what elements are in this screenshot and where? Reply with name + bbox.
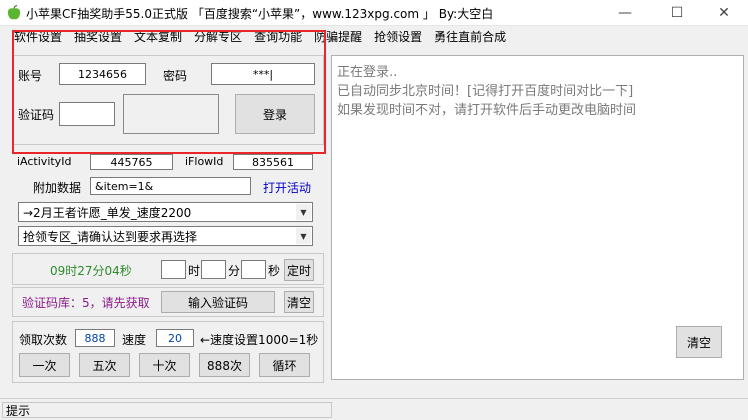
hour-label: 时 bbox=[188, 264, 201, 278]
status-text: 提示 bbox=[2, 402, 332, 418]
maximize-button[interactable]: ☐ bbox=[654, 0, 700, 26]
title-bar: 小苹果CF抽奖助手55.0正式版 「百度搜索“小苹果”，www.123xpg.c… bbox=[0, 0, 748, 26]
set-timer-button[interactable]: 定时 bbox=[284, 259, 314, 281]
log-line: 如果发现时间不对，请打开软件后手动更改电脑时间 bbox=[337, 103, 637, 118]
minimize-button[interactable]: — bbox=[602, 0, 648, 26]
log-line: 正在登录.. bbox=[337, 65, 398, 80]
claim-select[interactable]: 抢领专区_请确认达到要求再选择 ▼ bbox=[18, 226, 313, 246]
second-label: 秒 bbox=[268, 264, 281, 278]
close-button[interactable]: ✕ bbox=[701, 0, 747, 26]
draw-five-button[interactable]: 五次 bbox=[79, 353, 130, 377]
status-bar: 提示 bbox=[0, 398, 748, 420]
draw-count-label: 领取次数 bbox=[19, 333, 68, 347]
activity-select-value: →2月王者许愿_单发_速度2200 bbox=[23, 205, 192, 220]
window-title: 小苹果CF抽奖助手55.0正式版 「百度搜索“小苹果”，www.123xpg.c… bbox=[26, 7, 494, 21]
apple-icon bbox=[7, 5, 21, 20]
extra-data-label: 附加数据 bbox=[33, 181, 82, 195]
countdown-text: 09时27分04秒 bbox=[50, 264, 132, 278]
draw-count-input[interactable]: 888 bbox=[75, 329, 115, 347]
clear-log-button[interactable]: 清空 bbox=[676, 326, 722, 358]
activity-id-label: iActivityId bbox=[17, 155, 72, 168]
draw-loop-button[interactable]: 循环 bbox=[259, 353, 310, 377]
activity-id-input[interactable]: 445765 bbox=[90, 154, 173, 170]
flow-id-label: iFlowId bbox=[185, 155, 224, 168]
input-captcha-button[interactable]: 输入验证码 bbox=[161, 291, 275, 313]
menu-brave-synthesis[interactable]: 勇往直前合成 bbox=[428, 28, 512, 45]
draw-ten-button[interactable]: 十次 bbox=[139, 353, 190, 377]
speed-label: 速度 bbox=[122, 333, 147, 347]
chevron-down-icon[interactable]: ▼ bbox=[296, 204, 311, 220]
draw-once-button[interactable]: 一次 bbox=[19, 353, 70, 377]
highlight-box bbox=[12, 30, 326, 154]
speed-hint: ←速度设置1000=1秒 bbox=[200, 333, 319, 347]
activity-select[interactable]: →2月王者许愿_单发_速度2200 ▼ bbox=[18, 202, 313, 222]
minute-label: 分 bbox=[228, 264, 241, 278]
log-line: 已自动同步北京时间！[记得打开百度时间对比一下] bbox=[337, 84, 634, 99]
clear-captcha-button[interactable]: 清空 bbox=[284, 291, 314, 313]
open-activity-link[interactable]: 打开活动 bbox=[263, 179, 311, 196]
flow-id-input[interactable]: 835561 bbox=[233, 154, 313, 170]
claim-select-value: 抢领专区_请确认达到要求再选择 bbox=[23, 229, 198, 244]
extra-data-input[interactable]: &item=1& bbox=[90, 177, 251, 195]
draw-888-button[interactable]: 888次 bbox=[199, 353, 250, 377]
menu-claim-settings[interactable]: 抢领设置 bbox=[368, 28, 428, 45]
captcha-lib-status: 验证码库：5，请先获取 bbox=[22, 296, 150, 310]
speed-input[interactable]: 20 bbox=[156, 329, 194, 347]
minute-input[interactable] bbox=[201, 260, 226, 279]
chevron-down-icon[interactable]: ▼ bbox=[296, 228, 311, 244]
hour-input[interactable] bbox=[161, 260, 186, 279]
second-input[interactable] bbox=[241, 260, 266, 279]
